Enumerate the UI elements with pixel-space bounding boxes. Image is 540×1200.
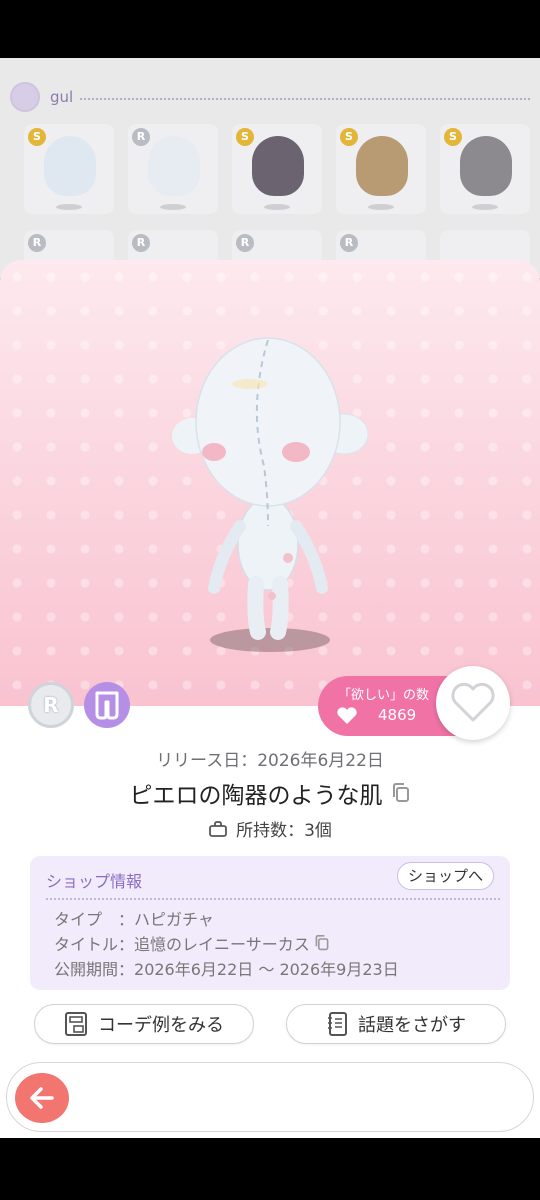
- divider: [80, 98, 530, 100]
- view-coordinate-button[interactable]: コーデ例をみる: [34, 1004, 254, 1044]
- grid-item: S: [232, 124, 322, 214]
- heart-icon: [337, 707, 357, 724]
- shop-type-row: タイプ ： ハピガチャ: [54, 906, 214, 930]
- grid-item: S: [336, 124, 426, 214]
- find-topic-label: 話題をさがす: [358, 1015, 466, 1036]
- item-title-row: ピエロの陶器のような肌: [0, 776, 540, 810]
- grid-item: S: [24, 124, 114, 214]
- rarity-s-badge: S: [28, 128, 46, 146]
- shop-info-panel: ショップ情報 ショップへ タイプ ： ハピガチャ タイトル： 追憶のレイニーサー…: [30, 856, 510, 990]
- copy-icon[interactable]: [391, 782, 411, 804]
- find-topic-button[interactable]: 話題をさがす: [286, 1004, 506, 1044]
- divider: [46, 898, 500, 900]
- username: gul: [50, 88, 74, 106]
- grid-item: R: [128, 124, 218, 214]
- info-value: ハピガチャ: [134, 910, 214, 929]
- doll-skin-preview: [172, 337, 368, 640]
- info-key: 公開期間：: [54, 960, 135, 979]
- want-count: 4869: [378, 706, 417, 724]
- navigation-bar: [0, 1138, 540, 1200]
- arrow-left-icon: [30, 1087, 54, 1109]
- shop-info-header: ショップ情報: [46, 872, 143, 891]
- rarity-s-badge: S: [444, 128, 462, 146]
- rarity-s-badge: S: [340, 128, 358, 146]
- info-value: 追憶のレイニーサーカス: [134, 935, 310, 954]
- rarity-r-badge: R: [236, 234, 254, 252]
- info-key: タイトル：: [54, 935, 135, 954]
- copy-icon[interactable]: [314, 934, 330, 952]
- goto-shop-button[interactable]: ショップへ: [396, 862, 494, 890]
- item-thumbnail: [44, 136, 96, 196]
- rarity-r-badge: R: [132, 234, 150, 252]
- coordinate-card-icon: [65, 1012, 87, 1036]
- status-bar: [0, 0, 540, 58]
- rarity-r-badge: R: [340, 234, 358, 252]
- rarity-r-badge: R: [28, 234, 46, 252]
- item-detail-sheet: R 「欲しい」の数 4869 リリース日：2026年6月22日 ピエロの陶器のよ…: [0, 260, 540, 1138]
- item-name: ピエロの陶器のような肌: [129, 783, 383, 809]
- notebook-icon: [328, 1012, 347, 1036]
- footer-bar: [6, 1062, 534, 1132]
- shop-title-row: タイトル： 追憶のレイニーサーカス: [54, 931, 330, 955]
- want-heart-button[interactable]: [436, 666, 510, 740]
- rarity-s-badge: S: [236, 128, 254, 146]
- bag-icon: [209, 820, 227, 837]
- back-button[interactable]: [15, 1073, 69, 1123]
- owned-count: 所持数：3個: [236, 821, 332, 841]
- user-row: gul: [10, 82, 73, 112]
- category-skin-icon: [84, 682, 130, 728]
- item-thumbnail: [148, 136, 200, 196]
- heart-outline-icon: [451, 682, 495, 722]
- background-inventory: gul S R S S S R R R R: [0, 58, 540, 278]
- item-preview: [0, 260, 540, 706]
- release-date: リリース日：2026年6月22日: [156, 751, 384, 771]
- want-label: 「欲しい」の数: [338, 688, 430, 703]
- view-coordinate-label: コーデ例をみる: [98, 1015, 224, 1036]
- info-key: タイプ ：: [54, 910, 135, 929]
- avatar: [10, 82, 40, 112]
- grid-item: S: [440, 124, 530, 214]
- rarity-r-badge: R: [28, 682, 74, 728]
- rarity-r-badge: R: [132, 128, 150, 146]
- info-value: 2026年6月22日 ～ 2026年9月23日: [134, 960, 399, 979]
- shop-period-row: 公開期間： 2026年6月22日 ～ 2026年9月23日: [54, 956, 399, 980]
- item-thumbnail: [460, 136, 512, 196]
- owned-count-row: 所持数：3個: [0, 816, 540, 841]
- item-thumbnail: [252, 136, 304, 196]
- item-thumbnail: [356, 136, 408, 196]
